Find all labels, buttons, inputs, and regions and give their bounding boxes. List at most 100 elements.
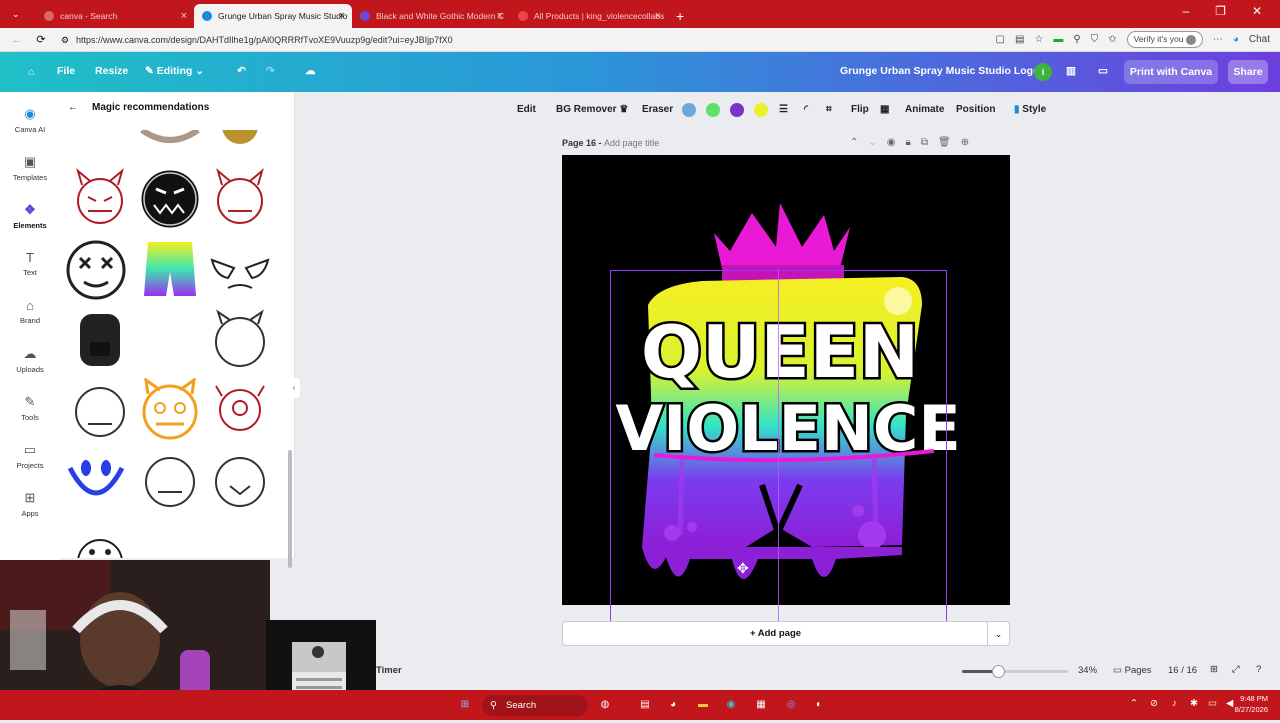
- monitor-icon[interactable]: ▭: [1208, 698, 1217, 709]
- system-clock[interactable]: 9:48 PM 8/27/2026: [1235, 693, 1268, 715]
- home-icon[interactable]: ⌂: [24, 65, 38, 79]
- element-thumbnail[interactable]: [68, 308, 132, 372]
- editing-mode-dropdown[interactable]: ✎ Editing ⌄: [145, 65, 204, 77]
- element-thumbnail[interactable]: [138, 308, 202, 372]
- corner-rounding-icon[interactable]: ◜: [804, 104, 808, 115]
- share-button[interactable]: Share: [1228, 60, 1268, 84]
- bg-remover-button[interactable]: BG Remover ♛: [556, 104, 628, 115]
- rail-item-canva-ai[interactable]: ◉ Canva AI: [0, 106, 60, 134]
- element-thumbnail[interactable]: [208, 378, 272, 442]
- element-thumbnail[interactable]: [138, 376, 202, 442]
- edge-icon[interactable]: ◉: [722, 696, 740, 714]
- eraser-button[interactable]: Eraser: [642, 104, 673, 115]
- rail-item-projects[interactable]: ▭ Projects: [0, 442, 60, 470]
- element-thumbnail[interactable]: [208, 238, 272, 302]
- rail-item-elements[interactable]: ❖ Elements: [0, 202, 60, 230]
- reader-icon[interactable]: ▢: [996, 34, 1005, 45]
- bluetooth-icon[interactable]: ✱: [1190, 698, 1198, 709]
- browser-tab-4[interactable]: All Products | king_violencecollabs ×: [510, 4, 668, 28]
- rail-item-uploads[interactable]: ☁ Uploads: [0, 346, 60, 374]
- element-thumbnail[interactable]: [138, 238, 202, 302]
- design-title[interactable]: Grunge Urban Spray Music Studio Logo: [840, 65, 1040, 77]
- new-tab-icon[interactable]: +: [676, 8, 684, 24]
- url-field[interactable]: https://www.canva.com/design/DAHTdIlhe1g…: [76, 35, 453, 45]
- add-page-icon[interactable]: ⊕: [961, 137, 969, 148]
- element-thumbnail[interactable]: [138, 167, 202, 231]
- close-tab-icon[interactable]: ×: [339, 10, 345, 22]
- refresh-icon[interactable]: ⟳: [34, 33, 48, 47]
- file-menu[interactable]: File: [57, 65, 75, 77]
- element-thumbnail[interactable]: [64, 448, 128, 512]
- copilot-app-icon[interactable]: ◕: [664, 696, 682, 714]
- verify-button[interactable]: Verify it's you: [1126, 31, 1203, 48]
- transparency-icon[interactable]: ▦: [880, 104, 889, 115]
- shield-icon[interactable]: ⛉: [1091, 34, 1099, 45]
- extensions-icon[interactable]: ⚲: [1073, 34, 1080, 45]
- discord-icon[interactable]: ◎: [782, 696, 800, 714]
- duplicate-page-icon[interactable]: ⧉: [921, 137, 928, 148]
- browser-tab-3[interactable]: Black and White Gothic Modern C ×: [352, 4, 510, 28]
- more-icon[interactable]: ⋯: [1213, 34, 1223, 45]
- help-icon[interactable]: ?: [1256, 664, 1261, 675]
- rail-item-tools[interactable]: ✎ Tools: [0, 394, 60, 422]
- element-thumbnail[interactable]: [138, 448, 202, 512]
- color-swatch-2[interactable]: [706, 103, 720, 117]
- taskbar-search[interactable]: ⚲ Search: [482, 695, 588, 716]
- hide-page-icon[interactable]: ◉: [887, 137, 896, 148]
- element-thumbnail[interactable]: [68, 167, 132, 231]
- edit-button[interactable]: Edit: [517, 104, 536, 115]
- element-thumbnail[interactable]: [68, 130, 132, 152]
- comments-icon[interactable]: ▭: [1098, 65, 1108, 77]
- crop-icon[interactable]: ⌗: [826, 104, 832, 115]
- border-style-icon[interactable]: ☰: [779, 104, 788, 115]
- tray-chevron-icon[interactable]: ⌃: [1130, 698, 1138, 709]
- tab-list-menu-icon[interactable]: ⌄: [12, 9, 20, 20]
- pages-button[interactable]: ▭ Pages: [1113, 665, 1152, 676]
- element-thumbnail[interactable]: [208, 448, 272, 512]
- analytics-icon[interactable]: ▥: [1066, 65, 1076, 77]
- lock-icon[interactable]: 🔒︎: [906, 137, 911, 148]
- print-with-canva-button[interactable]: Print with Canva: [1124, 60, 1218, 84]
- element-thumbnail[interactable]: [138, 130, 202, 152]
- copilot-icon[interactable]: ◕: [1233, 34, 1239, 45]
- add-page-title-field[interactable]: Add page title: [604, 138, 659, 148]
- fullscreen-icon[interactable]: ⤢: [1232, 664, 1240, 675]
- element-thumbnail[interactable]: [208, 308, 272, 372]
- file-explorer-icon[interactable]: ▤: [636, 696, 654, 714]
- chevron-down-icon[interactable]: ⌄: [868, 137, 876, 148]
- grid-view-icon[interactable]: ⊞: [1210, 664, 1218, 675]
- close-tab-icon[interactable]: ×: [181, 10, 187, 22]
- user-avatar[interactable]: i: [1034, 63, 1052, 81]
- rail-item-text[interactable]: T Text: [0, 250, 60, 277]
- timer-button[interactable]: Timer: [376, 665, 402, 676]
- style-button[interactable]: ▮ Style: [1014, 104, 1046, 115]
- zoom-slider-knob[interactable]: [992, 665, 1006, 678]
- store-icon[interactable]: ▦: [752, 696, 770, 714]
- close-tab-icon[interactable]: ×: [655, 10, 661, 22]
- close-tab-icon[interactable]: ×: [497, 10, 503, 22]
- browser-tab-2[interactable]: Grunge Urban Spray Music Studio ×: [194, 4, 352, 28]
- chevron-up-icon[interactable]: ⌃: [850, 137, 858, 148]
- volume-icon[interactable]: ◀: [1226, 698, 1233, 709]
- redo-icon[interactable]: ↷: [266, 65, 275, 77]
- network-off-icon[interactable]: ⊘: [1150, 698, 1158, 709]
- element-thumbnail[interactable]: [68, 536, 132, 558]
- rail-item-brand[interactable]: ⌂ Brand: [0, 298, 60, 325]
- back-arrow-icon[interactable]: ←: [68, 102, 78, 113]
- favorites-icon[interactable]: ✩: [1108, 34, 1116, 45]
- widgets-icon[interactable]: ◍: [596, 696, 614, 714]
- color-swatch-1[interactable]: [682, 103, 696, 117]
- element-thumbnail[interactable]: [64, 238, 128, 302]
- minimize-icon[interactable]: –: [1182, 4, 1189, 18]
- back-icon[interactable]: ←: [10, 33, 24, 47]
- windows-start-icon[interactable]: ⊞: [456, 696, 474, 714]
- site-info-icon[interactable]: ⚙: [58, 33, 72, 47]
- add-page-button[interactable]: + Add page: [562, 621, 989, 646]
- chat-label[interactable]: Chat: [1249, 34, 1270, 45]
- close-window-icon[interactable]: ✕: [1252, 4, 1262, 18]
- undo-icon[interactable]: ↶: [237, 65, 246, 77]
- element-thumbnail[interactable]: [208, 130, 272, 152]
- zoom-value[interactable]: 34%: [1078, 665, 1097, 676]
- mic-icon[interactable]: ♪: [1172, 698, 1177, 709]
- cloud-save-icon[interactable]: ☁: [305, 65, 316, 77]
